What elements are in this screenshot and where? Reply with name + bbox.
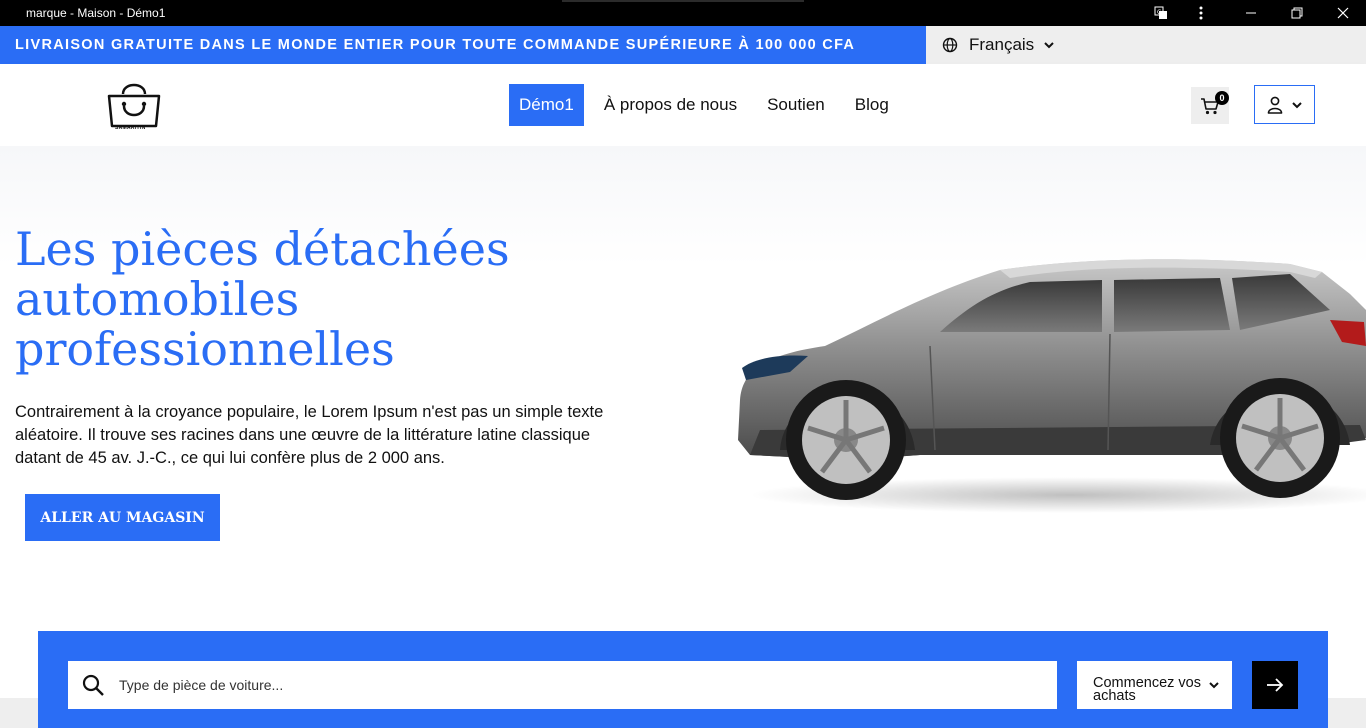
car-image [738,259,1366,513]
search-icon [82,674,104,696]
search-band: Type de pièce de voiture... Commencez vo… [38,631,1328,728]
promo-banner: LIVRAISON GRATUITE DANS LE MONDE ENTIER … [0,26,926,64]
nav-item-support[interactable]: Soutien [757,84,835,126]
language-label: Français [969,35,1035,54]
cart-button[interactable]: 0 [1191,87,1229,124]
promo-text: LIVRAISON GRATUITE DANS LE MONDE ENTIER … [15,37,856,53]
rear-wheel [1220,378,1340,498]
globe-icon [942,37,958,53]
account-menu-button[interactable] [1254,85,1315,124]
chevron-down-icon [1291,101,1302,108]
search-input[interactable]: Type de pièce de voiture... [119,677,283,693]
chevron-down-icon [1209,682,1219,689]
cart-count-badge: 0 [1215,91,1229,105]
site-header: SAMARITIN Démo1 À propos de nous Soutien… [0,64,1366,146]
chevron-down-icon [1044,42,1054,49]
nav-item-demo1[interactable]: Démo1 [509,84,584,126]
hero-title: Les pièces détachées automobiles profess… [15,222,510,376]
arrow-right-icon [1267,678,1284,692]
nav-item-blog[interactable]: Blog [845,84,899,126]
window-title-bar: marque - Maison - Démo1 G [0,0,1366,26]
front-wheel [786,380,906,500]
language-selector[interactable]: Français [926,26,1366,64]
go-to-store-button[interactable]: ALLER AU MAGASIN [25,494,220,541]
brand-logo-text: SAMARITIN [115,125,146,131]
more-options-icon[interactable] [1178,0,1224,26]
minimize-icon[interactable] [1228,0,1274,26]
restore-icon[interactable] [1274,0,1320,26]
search-submit-button[interactable] [1252,661,1298,709]
part-search-field[interactable]: Type de pièce de voiture... [68,661,1057,709]
brand-logo[interactable] [104,76,164,132]
svg-text:G: G [1157,9,1162,16]
hero-description: Contrairement à la croyance populaire, l… [15,403,604,467]
title-bar-drag-strip [562,0,804,2]
main-nav: Démo1 À propos de nous Soutien Blog [509,84,909,126]
shop-category-select[interactable]: Commencez vos achats [1077,661,1232,709]
nav-item-about[interactable]: À propos de nous [594,84,747,126]
user-icon [1267,96,1282,114]
window-title: marque - Maison - Démo1 [26,6,166,20]
close-icon[interactable] [1320,0,1366,26]
shop-category-label: Commencez vos achats [1093,675,1201,704]
